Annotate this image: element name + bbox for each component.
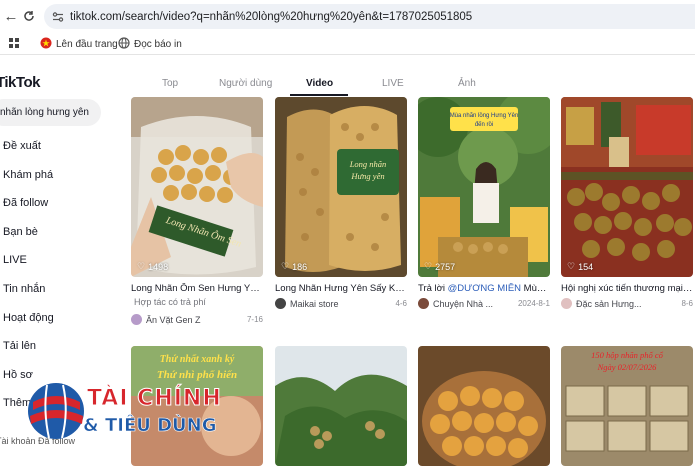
bookmark-len-dau-trang[interactable]: Lên đầu trang <box>40 37 118 52</box>
post-date: 2024-8-1 <box>517 299 550 308</box>
avatar[interactable] <box>418 298 429 309</box>
heart-icon: ♡ <box>424 261 433 271</box>
tab-video[interactable]: Video <box>306 78 333 89</box>
like-count: ♡ 1498 <box>137 261 169 272</box>
tiktok-logo[interactable]: TikTok <box>0 74 40 91</box>
sidebar-item-hoat-dong[interactable]: Hoạt động <box>3 312 54 324</box>
svg-text:đến rồi: đến rồi <box>475 122 493 128</box>
video-thumbnail[interactable] <box>418 346 550 466</box>
svg-text:Hưng yên: Hưng yên <box>350 171 384 181</box>
avatar[interactable] <box>275 298 286 309</box>
video-meta: Maikai store 4-6 <box>275 298 407 309</box>
svg-text:Thứ nhất xanh ký: Thứ nhất xanh ký <box>160 354 235 365</box>
svg-text:Long nhãn: Long nhãn <box>349 159 387 169</box>
globe-logo-icon <box>28 383 84 439</box>
address-bar[interactable]: tiktok.com/search/video?q=nhãn%20lòng%20… <box>44 4 695 29</box>
watermark-line2: & TIÊU DÙNG <box>83 415 217 437</box>
tab-live[interactable]: LIVE <box>382 78 404 89</box>
bookmark-doc-bao-in[interactable]: Đọc báo in <box>118 37 182 52</box>
active-tab-indicator <box>290 94 348 96</box>
like-count: ♡ 186 <box>281 261 308 272</box>
video-thumbnail[interactable]: ♡ 154 <box>561 97 693 277</box>
flag-icon <box>40 37 52 52</box>
video-thumbnail[interactable]: Mùa nhãn lồng Hưng Yên đến rồi ♡ 2757 <box>418 97 550 277</box>
author-name[interactable]: Chuyện Nhà ... <box>433 299 514 309</box>
watermark-logo: TÀI CHÍNH & TIÊU DÙNG <box>25 383 265 443</box>
heart-icon: ♡ <box>281 261 290 271</box>
video-title[interactable]: Long Nhãn Ôm Sen Hưng Yên, ... <box>131 283 263 294</box>
svg-text:Mùa nhãn lồng Hưng Yên: Mùa nhãn lồng Hưng Yên <box>450 113 519 119</box>
video-thumbnail[interactable] <box>275 346 407 466</box>
video-title[interactable]: Long Nhãn Hưng Yên Sấy Khô ... <box>275 283 407 294</box>
sidebar-item-ban-be[interactable]: Bạn bè <box>3 226 38 238</box>
tab-nguoi-dung[interactable]: Người dùng <box>219 78 272 89</box>
sidebar-item-live[interactable]: LIVE <box>3 254 27 266</box>
url-text: tiktok.com/search/video?q=nhãn%20lòng%20… <box>70 10 473 23</box>
video-title[interactable]: Trả lời @DƯƠNG MIÊN Mùa Nh... <box>418 283 550 294</box>
author-name[interactable]: Ăn Vặt Gen Z <box>146 315 243 325</box>
avatar[interactable] <box>561 298 572 309</box>
author-name[interactable]: Maikai store <box>290 299 391 309</box>
post-date: 4-6 <box>395 299 407 308</box>
video-meta: Đặc sản Hưng... 8-6 <box>561 298 693 309</box>
sidebar-item-de-xuat[interactable]: Đề xuất <box>3 140 41 152</box>
video-meta: Ăn Vặt Gen Z 7-16 <box>131 314 263 325</box>
post-date: 7-16 <box>246 315 263 324</box>
paid-partnership-label: Hợp tác có trả phí <box>134 297 206 307</box>
like-count: ♡ 2757 <box>424 261 456 272</box>
post-date: 8-6 <box>681 299 693 308</box>
video-meta: Chuyện Nhà ... 2024-8-1 <box>418 298 550 309</box>
bookmarks-bar: Lên đầu trang Đọc báo in <box>0 33 695 55</box>
heart-icon: ♡ <box>137 261 146 271</box>
tab-anh[interactable]: Ảnh <box>458 78 476 89</box>
author-name[interactable]: Đặc sản Hưng... <box>576 299 677 309</box>
tab-top[interactable]: Top <box>162 78 178 89</box>
reload-icon[interactable] <box>18 5 40 27</box>
search-input[interactable]: nhãn lòng hưng yên <box>0 99 101 126</box>
avatar[interactable] <box>131 314 142 325</box>
heart-icon: ♡ <box>567 261 576 271</box>
video-title[interactable]: Hội nghị xúc tiến thương mại v... <box>561 283 693 294</box>
browser-toolbar: ← tiktok.com/search/video?q=nhãn%20lòng%… <box>0 0 695 33</box>
apps-grid-icon[interactable] <box>9 38 20 52</box>
mention-link[interactable]: @DƯƠNG MIÊN <box>448 283 521 294</box>
sidebar-item-tin-nhan[interactable]: Tin nhắn <box>3 283 45 295</box>
like-count: ♡ 154 <box>567 261 594 272</box>
svg-text:Thứ nhì phố hiến: Thứ nhì phố hiến <box>157 369 237 381</box>
sidebar-item-tai-len[interactable]: Tải lên <box>3 340 36 352</box>
svg-text:Ngày 02/07/2026: Ngày 02/07/2026 <box>597 362 658 372</box>
video-thumbnail[interactable]: Long nhãn Hưng yên ♡ 186 <box>275 97 407 277</box>
svg-text:150 hộp nhãn phố cổ: 150 hộp nhãn phố cổ <box>591 350 664 360</box>
video-thumbnail[interactable]: Long Nhãn Ôm Sen ♡ 1498 <box>131 97 263 277</box>
watermark-line1: TÀI CHÍNH <box>87 386 222 412</box>
globe-icon <box>118 37 130 52</box>
site-settings-icon[interactable] <box>52 10 64 28</box>
sidebar-item-da-follow[interactable]: Đã follow <box>3 197 48 209</box>
video-thumbnail[interactable]: 150 hộp nhãn phố cổ Ngày 02/07/2026 <box>561 346 693 466</box>
sidebar-item-kham-pha[interactable]: Khám phá <box>3 169 53 181</box>
